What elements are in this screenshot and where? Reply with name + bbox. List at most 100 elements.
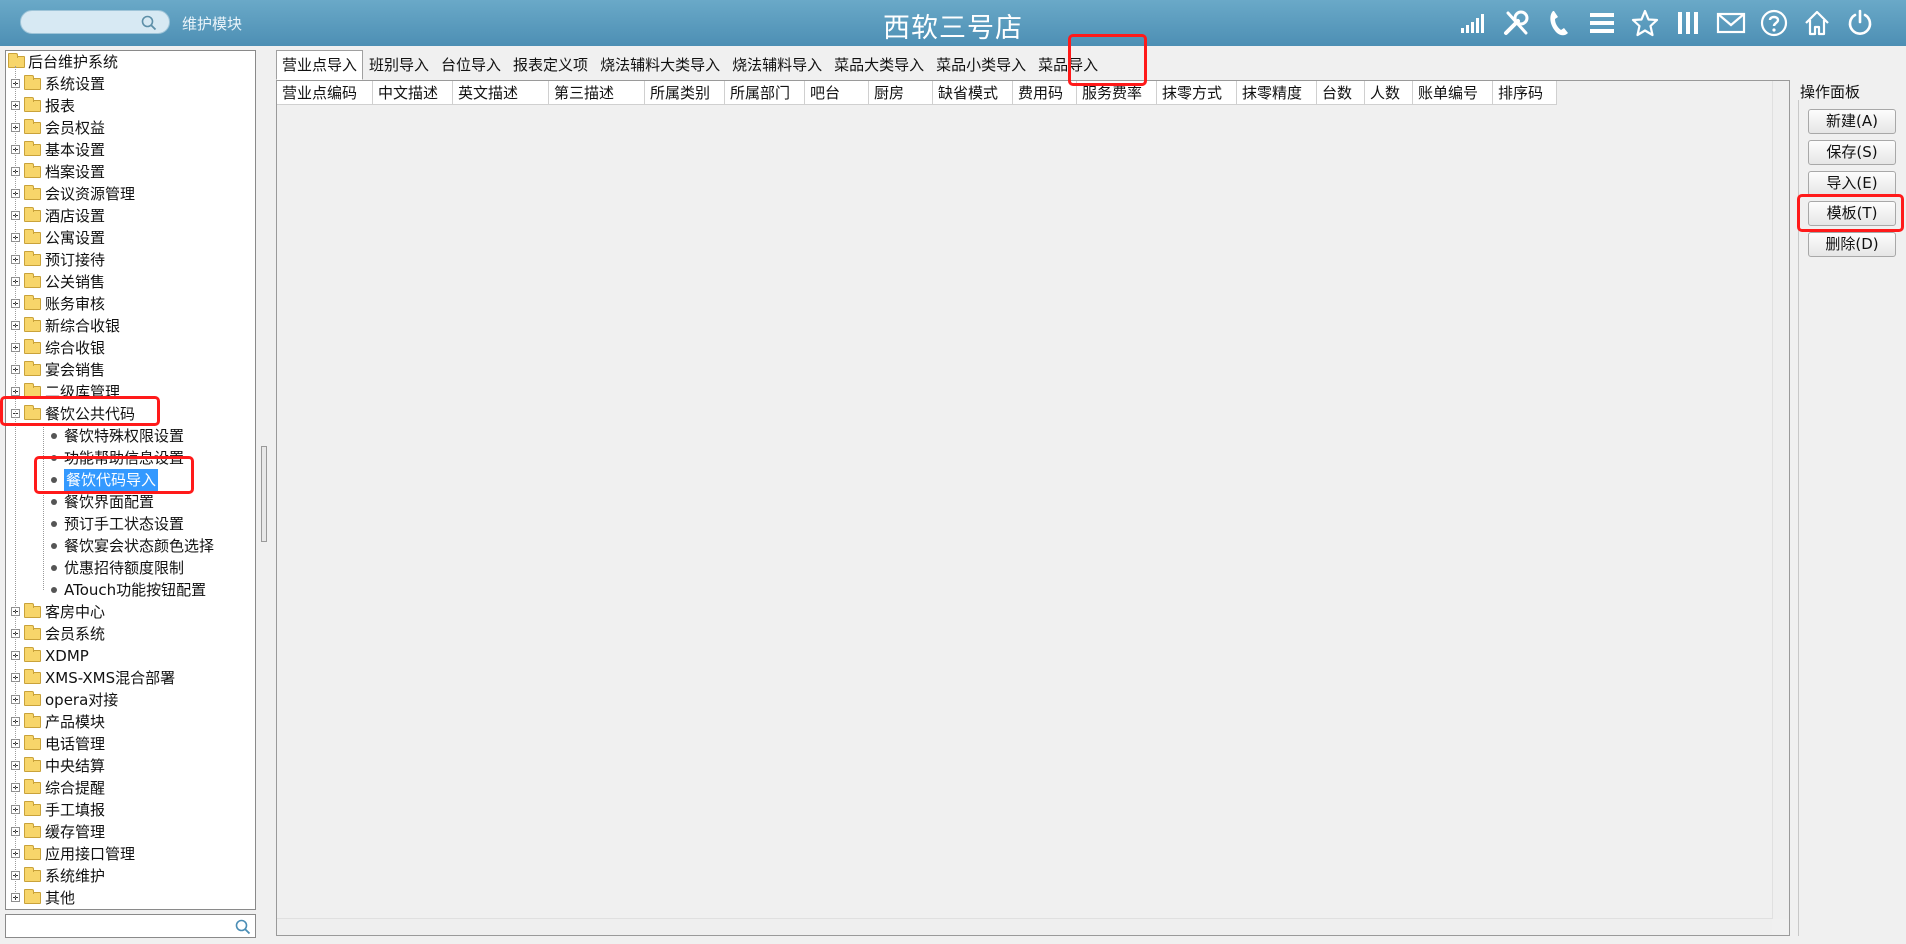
- tree-item[interactable]: 宴会销售: [6, 359, 255, 381]
- tree-item[interactable]: 会议资源管理: [6, 183, 255, 205]
- column-header[interactable]: 中文描述: [373, 81, 453, 105]
- column-header[interactable]: 营业点编码: [277, 81, 373, 105]
- mail-icon[interactable]: [1715, 8, 1747, 38]
- star-icon[interactable]: [1629, 8, 1661, 38]
- tree-item[interactable]: 预订接待: [6, 249, 255, 271]
- column-header[interactable]: 英文描述: [453, 81, 549, 105]
- column-header[interactable]: 抹零方式: [1157, 81, 1237, 105]
- search-icon[interactable]: [235, 919, 251, 935]
- column-header[interactable]: 缺省模式: [933, 81, 1013, 105]
- tree-item[interactable]: 产品模块: [6, 711, 255, 733]
- tree-search-input[interactable]: [6, 915, 226, 937]
- tree-item[interactable]: XMS-XMS混合部署: [6, 667, 255, 689]
- folder-icon: [24, 97, 41, 112]
- tab-5[interactable]: 烧法辅料导入: [726, 50, 828, 80]
- tab-4[interactable]: 烧法辅料大类导入: [594, 50, 726, 80]
- tree-item[interactable]: 餐饮公共代码: [6, 403, 255, 425]
- new-button[interactable]: 新建(A): [1808, 109, 1896, 134]
- tree-connector: [15, 66, 16, 898]
- tree-item[interactable]: 电话管理: [6, 733, 255, 755]
- tab-1[interactable]: 班别导入: [363, 50, 435, 80]
- search-icon[interactable]: [141, 15, 157, 31]
- tree-item[interactable]: 综合提醒: [6, 777, 255, 799]
- tree-item[interactable]: 会员系统: [6, 623, 255, 645]
- tree-item[interactable]: 新综合收银: [6, 315, 255, 337]
- column-header[interactable]: 所属部门: [725, 81, 805, 105]
- bullet-icon: [51, 499, 57, 505]
- phone-icon[interactable]: [1543, 8, 1575, 38]
- tree-item[interactable]: 客房中心: [6, 601, 255, 623]
- tools-icon[interactable]: [1500, 8, 1532, 38]
- template-button[interactable]: 模板(T): [1808, 201, 1896, 226]
- tree-root[interactable]: 后台维护系统: [6, 51, 255, 73]
- tree-item[interactable]: 报表: [6, 95, 255, 117]
- tree-item-label: 基本设置: [45, 141, 106, 159]
- menu-icon[interactable]: [1586, 8, 1618, 38]
- signal-icon[interactable]: [1457, 8, 1489, 38]
- tree-item[interactable]: 档案设置: [6, 161, 255, 183]
- tree-item[interactable]: 中央结算: [6, 755, 255, 777]
- data-grid[interactable]: 营业点编码 中文描述 英文描述 第三描述 所属类别 所属部门 吧台 厨房 缺省模式 费用码 服务费率…: [276, 80, 1790, 936]
- column-header[interactable]: 账单编号: [1413, 81, 1493, 105]
- save-button[interactable]: 保存(S): [1808, 140, 1896, 165]
- column-header[interactable]: 第三描述: [549, 81, 645, 105]
- import-button[interactable]: 导入(E): [1808, 171, 1896, 196]
- tree-item-label: 系统设置: [45, 75, 106, 93]
- bullet-icon: [51, 543, 57, 549]
- column-header[interactable]: 抹零精度: [1237, 81, 1317, 105]
- column-header[interactable]: 费用码: [1013, 81, 1077, 105]
- tree-item[interactable]: 酒店设置: [6, 205, 255, 227]
- module-search-input[interactable]: [20, 10, 170, 34]
- column-header[interactable]: 服务费率: [1077, 81, 1157, 105]
- columns-icon[interactable]: [1672, 8, 1704, 38]
- column-header[interactable]: 人数: [1365, 81, 1413, 105]
- tree-item[interactable]: 基本设置: [6, 139, 255, 161]
- tree-item[interactable]: 应用接口管理: [6, 843, 255, 865]
- tree-item-label: 报表: [45, 97, 76, 115]
- folder-icon: [24, 251, 41, 266]
- power-icon[interactable]: [1844, 8, 1876, 38]
- folder-icon: [24, 867, 41, 882]
- column-header[interactable]: 厨房: [869, 81, 933, 105]
- panel-splitter[interactable]: [261, 446, 267, 542]
- tree-item[interactable]: XDMP: [6, 645, 255, 667]
- tree-item-label: 缓存管理: [45, 823, 106, 841]
- tab-3[interactable]: 报表定义项: [507, 50, 594, 80]
- home-icon[interactable]: [1801, 8, 1833, 38]
- help-icon[interactable]: [1758, 8, 1790, 38]
- tree-item[interactable]: 账务审核: [6, 293, 255, 315]
- tab-7[interactable]: 菜品小类导入: [930, 50, 1032, 80]
- tab-6[interactable]: 菜品大类导入: [828, 50, 930, 80]
- tab-8[interactable]: 菜品导入: [1032, 50, 1104, 80]
- vertical-scrollbar[interactable]: [1772, 81, 1789, 919]
- tree-item[interactable]: 系统设置: [6, 73, 255, 95]
- folder-icon: [24, 119, 41, 134]
- tree-item[interactable]: 其他: [6, 887, 255, 909]
- tree-item-label: 二级库管理: [45, 383, 121, 401]
- column-header[interactable]: 吧台: [805, 81, 869, 105]
- tab-0[interactable]: 营业点导入: [276, 50, 364, 80]
- ops-panel-title: 操作面板: [1800, 83, 1861, 101]
- tree-item[interactable]: 公寓设置: [6, 227, 255, 249]
- module-label: 维护模块: [182, 15, 243, 33]
- delete-button[interactable]: 删除(D): [1808, 232, 1896, 257]
- tab-2[interactable]: 台位导入: [435, 50, 507, 80]
- horizontal-scrollbar[interactable]: [277, 918, 1772, 935]
- tree-item[interactable]: 手工填报: [6, 799, 255, 821]
- tree-item[interactable]: 公关销售: [6, 271, 255, 293]
- folder-icon: [24, 845, 41, 860]
- tree-child-label: 功能帮助信息设置: [64, 449, 185, 467]
- tree-item[interactable]: 会员权益: [6, 117, 255, 139]
- tree-item[interactable]: opera对接: [6, 689, 255, 711]
- tree-search-field[interactable]: [5, 914, 256, 938]
- folder-icon: [24, 779, 41, 794]
- tree-item[interactable]: 综合收银: [6, 337, 255, 359]
- tree-item[interactable]: 系统维护: [6, 865, 255, 887]
- tree-item[interactable]: 缓存管理: [6, 821, 255, 843]
- column-header[interactable]: 台数: [1317, 81, 1365, 105]
- column-header[interactable]: 排序码: [1493, 81, 1557, 105]
- function-tree[interactable]: 后台维护系统系统设置报表会员权益基本设置档案设置 会议资源管理 酒店设置 公寓设置 预订…: [5, 50, 256, 910]
- column-header[interactable]: 所属类别: [645, 81, 725, 105]
- folder-icon: [24, 317, 41, 332]
- tree-item[interactable]: 二级库管理: [6, 381, 255, 403]
